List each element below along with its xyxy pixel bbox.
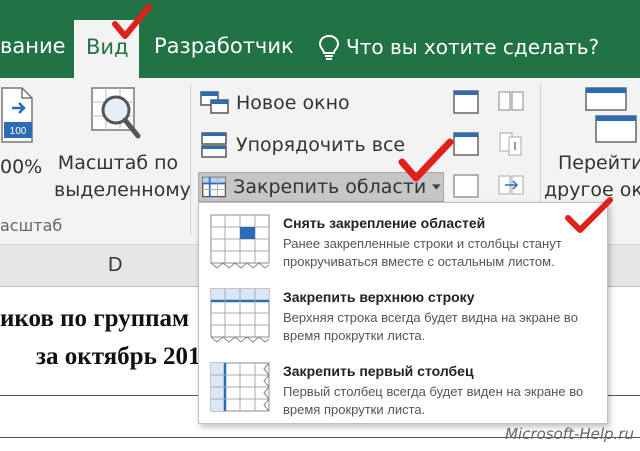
menu-item-freeze-top-row[interactable]: Закрепить верхнюю строку Верхняя строка …	[199, 279, 607, 351]
side-by-side-icon	[498, 91, 524, 111]
red-checkmark-icon	[112, 4, 152, 39]
new-window-icon	[200, 91, 229, 114]
menu-item-unfreeze-panes[interactable]: Снять закрепление областей Ранее закрепл…	[199, 205, 607, 277]
freeze-first-column-icon	[210, 362, 270, 412]
freeze-panes-menu: Снять закрепление областей Ранее закрепл…	[198, 202, 608, 424]
menu-item-title: Закрепить первый столбец	[283, 363, 474, 379]
menu-item-description: Верхняя строка всегда будет видна на экр…	[283, 310, 578, 343]
arrange-all-label: Упорядочить все	[236, 134, 406, 156]
freeze-panes-icon	[202, 176, 227, 198]
switch-windows-line1: Перейти	[558, 152, 640, 174]
freeze-top-row-icon	[210, 288, 270, 343]
reset-position-icon	[498, 175, 524, 195]
new-window-label: Новое окно	[236, 92, 350, 114]
tab-developer[interactable]: Разработчик	[154, 34, 294, 58]
zoom-selection-line2: выделенному	[54, 179, 191, 201]
switch-windows-button[interactable]: Перейти другое ок	[544, 84, 640, 208]
sheet-title-line1[interactable]: иков по группам	[0, 305, 189, 333]
menu-item-title: Закрепить верхнюю строку	[283, 289, 475, 305]
tell-me-text: Что вы хотите сделать?	[346, 35, 600, 59]
synchronous-scrolling-button[interactable]	[496, 130, 526, 158]
zoom-100-button[interactable]: 100 00%	[0, 84, 42, 194]
column-header-d[interactable]: D	[108, 254, 122, 277]
dropdown-arrow-icon	[432, 184, 441, 190]
tab-review-partial[interactable]: вание	[0, 34, 66, 58]
unhide-window-icon	[453, 174, 479, 198]
switch-windows-icon	[585, 87, 637, 143]
ribbon-tab-bar: вание Вид Разработчик Что вы хотите сдел…	[0, 0, 640, 78]
group-zoom-label: асштаб	[0, 216, 63, 235]
unfreeze-panes-icon	[210, 214, 270, 269]
split-icon	[453, 90, 479, 114]
menu-item-description: Первый столбец всегда будет виден на экр…	[283, 384, 584, 417]
hide-window-button[interactable]	[452, 130, 480, 158]
watermark: Microsoft-Help.ru	[505, 425, 634, 443]
arrange-all-button[interactable]: Упорядочить все	[198, 130, 407, 160]
sheet-title-line2[interactable]: за октябрь 201	[36, 343, 201, 371]
menu-item-freeze-first-column[interactable]: Закрепить первый столбец Первый столбец …	[199, 353, 607, 425]
view-side-by-side-button[interactable]	[496, 88, 526, 116]
zoom-100-label: 00%	[0, 156, 43, 178]
reset-window-position-button[interactable]	[496, 172, 526, 200]
zoom-selection-line1: Масштаб по	[57, 152, 179, 174]
menu-item-title: Снять закрепление областей	[283, 215, 486, 231]
group-separator	[190, 84, 191, 234]
zoom-100-icon: 100	[1, 87, 33, 143]
tell-me-search[interactable]: Что вы хотите сделать?	[318, 34, 599, 60]
unhide-window-button[interactable]	[452, 172, 480, 200]
red-checkmark-icon	[565, 197, 613, 233]
hide-window-icon	[453, 132, 479, 156]
split-button[interactable]	[452, 88, 480, 116]
arrange-all-icon	[201, 132, 227, 158]
red-checkmark-icon	[398, 138, 454, 182]
magnifier-icon	[91, 87, 141, 139]
sync-scroll-icon	[499, 132, 522, 156]
zoom-100-icon-text: 100	[10, 126, 27, 137]
menu-item-description: Ранее закрепленные строки и столбцы стан…	[283, 236, 562, 269]
zoom-to-selection-button[interactable]: Масштаб по выделенному	[54, 84, 191, 204]
new-window-button[interactable]: Новое окно	[198, 88, 352, 118]
lightbulb-icon	[318, 34, 340, 60]
